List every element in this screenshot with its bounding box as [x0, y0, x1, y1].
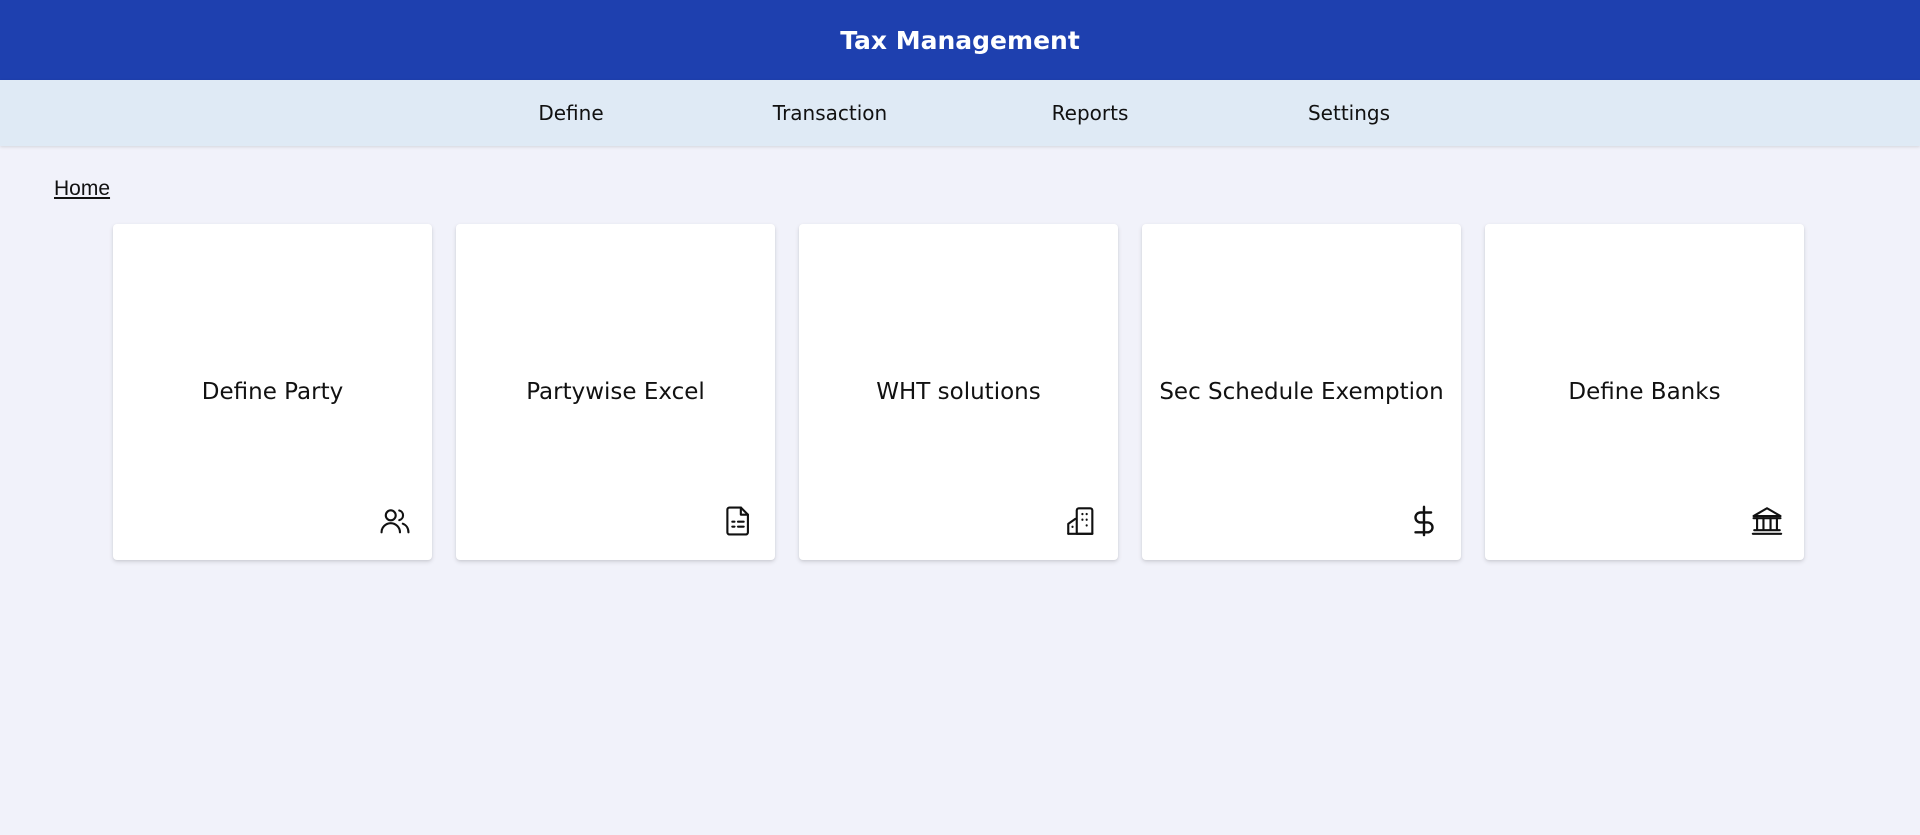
app-title: Tax Management — [840, 25, 1080, 55]
card-partywise-excel[interactable]: Partywise Excel — [456, 224, 775, 560]
app-header: Tax Management — [0, 0, 1920, 80]
dollar-icon — [1407, 504, 1441, 538]
users-icon — [378, 504, 412, 538]
building-icon — [1064, 504, 1098, 538]
card-label: Define Party — [201, 379, 344, 405]
bank-icon — [1750, 504, 1784, 538]
card-grid: Define Party Partywise Excel WHT solutio — [113, 224, 1804, 560]
nav-bar: Define Transaction Reports Settings — [0, 80, 1920, 146]
nav-item-transaction[interactable]: Transaction — [773, 80, 887, 146]
breadcrumb-home-link[interactable]: Home — [54, 177, 110, 201]
card-sec-schedule-exemption[interactable]: Sec Schedule Exemption — [1142, 224, 1461, 560]
card-define-banks[interactable]: Define Banks — [1485, 224, 1804, 560]
card-wht-solutions[interactable]: WHT solutions — [799, 224, 1118, 560]
nav-item-define[interactable]: Define — [538, 80, 603, 146]
document-spreadsheet-icon — [721, 504, 755, 538]
card-define-party[interactable]: Define Party — [113, 224, 432, 560]
card-label: WHT solutions — [876, 379, 1041, 405]
card-label: Sec Schedule Exemption — [1159, 379, 1444, 405]
nav-item-reports[interactable]: Reports — [1052, 80, 1129, 146]
card-label: Partywise Excel — [526, 379, 705, 405]
nav-item-settings[interactable]: Settings — [1308, 80, 1390, 146]
card-label: Define Banks — [1568, 379, 1721, 405]
